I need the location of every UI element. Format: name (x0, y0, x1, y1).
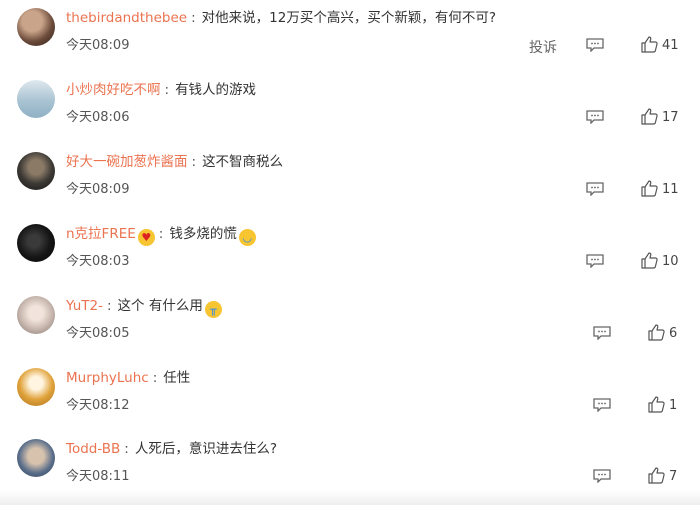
username-link[interactable]: n克拉FREE (66, 226, 136, 242)
comment-item: YuT2-: 这个 有什么用 ╥ 今天08:05 6 (0, 288, 700, 360)
separator: : (164, 82, 170, 98)
thumbs-up-icon (641, 180, 658, 197)
separator: : (152, 370, 158, 386)
comment-time: 今天08:03 (66, 254, 130, 269)
reply-icon[interactable] (586, 254, 604, 268)
like-count: 6 (669, 326, 678, 341)
comment-item: thebirdandthebee: 对他来说，12万买个高兴，买个新颖，有何不可?… (0, 0, 700, 72)
comment-time: 今天08:12 (66, 398, 130, 413)
comment-item: 好大一碗加葱炸酱面: 这不智商税么 今天08:09 11 (0, 144, 700, 216)
reply-icon[interactable] (586, 110, 604, 124)
crying-emoji: ╥ (204, 301, 222, 318)
avatar[interactable] (17, 439, 55, 477)
thumbs-up-icon (641, 108, 658, 125)
like-count: 7 (669, 469, 678, 484)
comment-text: 有钱人的游戏 (175, 82, 257, 98)
comment-time: 今天08:11 (66, 469, 130, 484)
separator: : (191, 154, 197, 170)
comment-text: 对他来说，12万买个高兴，买个新颖，有何不可? (201, 10, 496, 26)
like-count: 17 (662, 110, 679, 125)
avatar[interactable] (17, 80, 55, 118)
username-link[interactable]: Todd-BB (66, 441, 120, 457)
username-link[interactable]: 好大一碗加葱炸酱面 (66, 154, 188, 170)
username-link[interactable]: 小炒肉好吃不啊 (66, 82, 161, 98)
comment-time: 今天08:09 (66, 182, 130, 197)
username-link[interactable]: thebirdandthebee (66, 10, 187, 26)
comment-item: MurphyLuhc: 任性 今天08:12 1 (0, 360, 700, 432)
username-link[interactable]: YuT2- (66, 298, 103, 314)
bottom-fade (0, 490, 700, 505)
comment-text: 这不智商税么 (202, 154, 284, 170)
thumbs-up-icon (648, 467, 665, 484)
thumbs-up-icon (648, 324, 665, 341)
like-count: 11 (662, 182, 679, 197)
avatar[interactable] (17, 296, 55, 334)
thumbs-up-icon (641, 36, 658, 53)
laughing-tears-emoji: ◡ (238, 229, 256, 246)
like-count: 1 (669, 398, 678, 413)
comment-text: 钱多烧的慌 (169, 226, 237, 242)
comment-item: 小炒肉好吃不啊: 有钱人的游戏 今天08:06 17 (0, 72, 700, 144)
comment-time: 今天08:05 (66, 326, 130, 341)
comment-time: 今天08:09 (66, 38, 130, 53)
separator: : (124, 441, 129, 457)
separator: : (106, 298, 112, 314)
avatar[interactable] (17, 8, 55, 46)
reply-icon[interactable] (586, 38, 604, 52)
like-count: 41 (662, 38, 679, 53)
like-count: 10 (662, 254, 679, 269)
reply-icon[interactable] (593, 398, 611, 412)
comment-text: 任性 (163, 370, 191, 386)
username-link[interactable]: MurphyLuhc (66, 370, 149, 386)
avatar[interactable] (17, 368, 55, 406)
heart-eyes-emoji: ♥ (137, 229, 155, 246)
separator: : (191, 10, 196, 26)
comment-text: 这个 有什么用 (117, 298, 203, 314)
reply-icon[interactable] (593, 326, 611, 340)
avatar[interactable] (17, 224, 55, 262)
separator: : (158, 226, 164, 242)
thumbs-up-icon (641, 252, 658, 269)
reply-icon[interactable] (593, 469, 611, 483)
reply-icon[interactable] (586, 182, 604, 196)
thumbs-up-icon (648, 396, 665, 413)
comment-text: 人死后，意识进去住么? (134, 441, 277, 457)
comment-item: n克拉FREE ♥: 钱多烧的慌 ◡ 今天08:03 10 (0, 216, 700, 288)
report-button[interactable]: 投诉 (529, 37, 557, 57)
comment-time: 今天08:06 (66, 110, 130, 125)
avatar[interactable] (17, 152, 55, 190)
